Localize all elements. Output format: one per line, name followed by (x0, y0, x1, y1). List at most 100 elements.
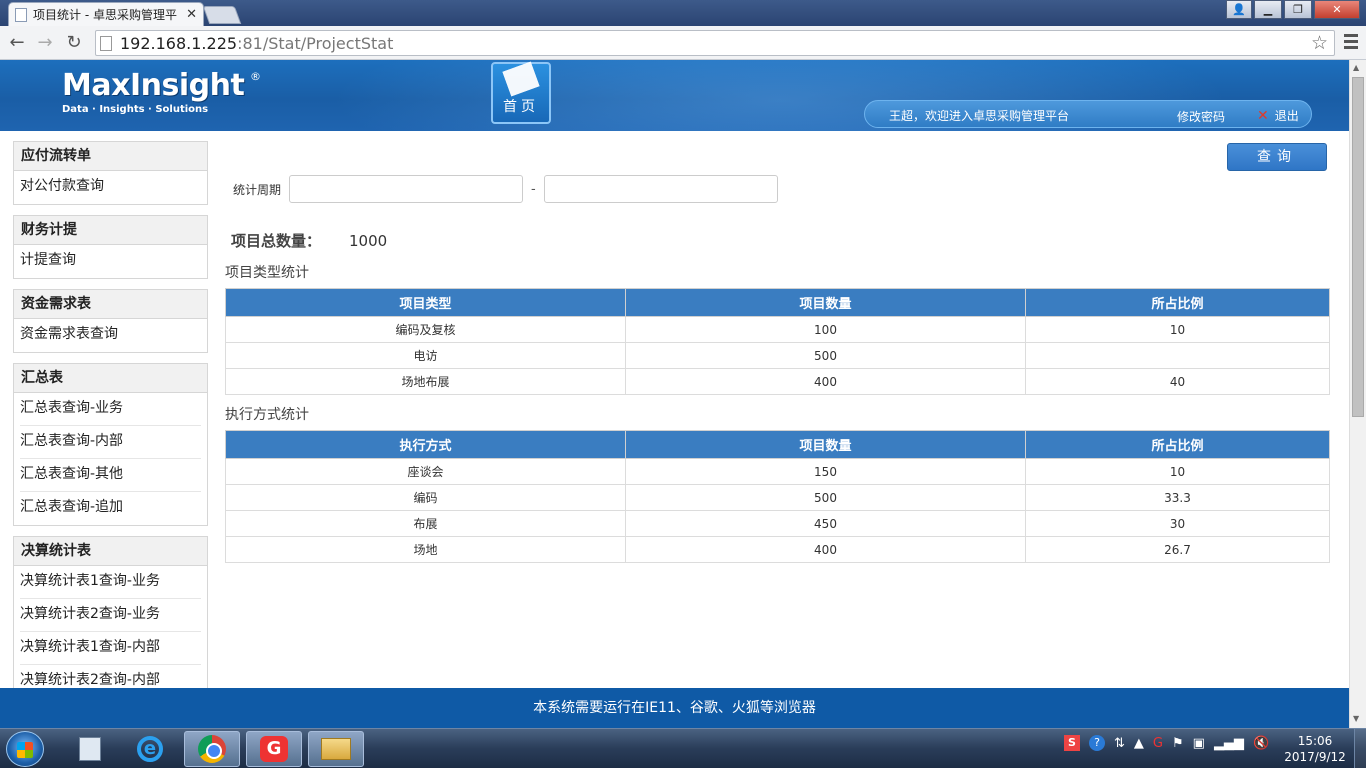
page-info-icon[interactable] (100, 35, 112, 51)
start-button[interactable] (6, 731, 44, 767)
menu-group-accrual: 财务计提 计提查询 (13, 215, 208, 279)
browser-tab-active[interactable]: 项目统计 - 卓思采购管理平 ✕ (8, 2, 204, 26)
sidebar-item-final1-internal[interactable]: 决算统计表1查询-内部 (20, 632, 201, 665)
new-tab-button[interactable] (202, 6, 242, 24)
signal-icon[interactable]: ▂▄▆ (1214, 736, 1244, 751)
taskbar-ie[interactable]: e (122, 731, 178, 767)
sidebar: 应付流转单 对公付款查询 财务计提 计提查询 资金需求表 资金需求表查询 汇总表… (13, 141, 208, 709)
home-grid-icon (502, 61, 540, 97)
taskbar-explorer[interactable] (308, 731, 364, 767)
table-header-row: 项目类型 项目数量 所占比例 (225, 288, 1330, 317)
network-warning-icon[interactable]: ⚑ (1172, 736, 1184, 751)
table-cell: 编码 (225, 484, 626, 511)
show-desktop-button[interactable] (1354, 729, 1366, 768)
menu-group-title[interactable]: 应付流转单 (14, 142, 207, 171)
minimize-icon[interactable]: ▁ (1254, 0, 1282, 19)
forward-icon[interactable]: → (34, 32, 56, 54)
menu-group-title[interactable]: 财务计提 (14, 216, 207, 245)
address-bar[interactable]: 192.168.1.225:81/Stat/ProjectStat ☆ (95, 30, 1335, 56)
project-total: 项目总数量： 1000 (231, 230, 387, 251)
logo-name: MaxInsight (62, 68, 245, 103)
taskbar-calculator[interactable] (62, 731, 118, 767)
taskbar-chrome[interactable] (184, 731, 240, 767)
change-password-link[interactable]: 修改密码 (1177, 108, 1225, 125)
user-bar: 王超，欢迎进入卓思采购管理平台 修改密码 ✕ 退出 (864, 100, 1312, 128)
home-button[interactable]: 首页 (491, 61, 551, 124)
table-cell: 场地布展 (225, 368, 626, 395)
clock-date: 2017/9/12 (1284, 750, 1346, 764)
internet-explorer-icon: e (137, 736, 163, 762)
clipboard-icon[interactable]: ▣ (1193, 736, 1205, 751)
sidebar-item-summary-internal[interactable]: 汇总表查询-内部 (20, 426, 201, 459)
address-path: :81/Stat/ProjectStat (237, 33, 394, 53)
taskbar-clock[interactable]: 15:06 2017/9/12 (1280, 733, 1350, 765)
logout-label: 退出 (1274, 109, 1299, 123)
table-row: 电访 500 (225, 342, 1330, 369)
column-header: 项目类型 (225, 288, 626, 317)
welcome-text: 王超，欢迎进入卓思采购管理平台 (889, 109, 1070, 123)
period-start-input[interactable] (289, 175, 524, 203)
back-icon[interactable]: ← (6, 32, 28, 54)
table-row: 布展 450 30 (225, 510, 1330, 537)
reload-icon[interactable]: ↻ (63, 32, 85, 54)
period-end-input[interactable] (543, 175, 778, 203)
query-button[interactable]: 查询 (1227, 143, 1327, 171)
table-cell: 布展 (225, 510, 626, 537)
menu-group-title[interactable]: 汇总表 (14, 364, 207, 393)
page-viewport: MaxInsight ® Data · Insights · Solutions… (0, 60, 1349, 728)
window-close-icon[interactable]: ✕ (1314, 0, 1360, 19)
site-header: MaxInsight ® Data · Insights · Solutions… (0, 60, 1349, 131)
page-favicon-icon (15, 7, 27, 22)
sidebar-item-accrual-query[interactable]: 计提查询 (20, 245, 201, 278)
table-cell: 450 (625, 510, 1026, 537)
table-row: 场地 400 26.7 (225, 536, 1330, 563)
sidebar-item-corporate-payment-query[interactable]: 对公付款查询 (20, 171, 201, 204)
volume-muted-icon[interactable]: 🔇 (1253, 736, 1269, 751)
table-cell: 26.7 (1025, 536, 1330, 563)
address-host: 192.168.1.225 (120, 33, 238, 53)
tray-misc-icon[interactable]: ⇅ (1114, 736, 1125, 751)
taskbar-app-red[interactable]: G (246, 731, 302, 767)
sidebar-item-summary-additional[interactable]: 汇总表查询-追加 (20, 492, 201, 525)
help-icon[interactable]: ? (1089, 735, 1105, 751)
table-cell: 电访 (225, 342, 626, 369)
scrollbar-thumb[interactable] (1352, 77, 1364, 417)
column-header: 项目数量 (625, 288, 1026, 317)
restore-icon[interactable]: ❐ (1284, 0, 1312, 19)
table-cell: 33.3 (1025, 484, 1330, 511)
tab-close-icon[interactable]: ✕ (186, 7, 197, 22)
logo-registered-mark: ® (250, 70, 261, 83)
menu-group-summary: 汇总表 汇总表查询-业务 汇总表查询-内部 汇总表查询-其他 汇总表查询-追加 (13, 363, 208, 526)
sidebar-item-funding-query[interactable]: 资金需求表查询 (20, 319, 201, 352)
project-type-table: 项目类型 项目数量 所占比例 编码及复核 100 10 电访 500 场地布展 … (225, 288, 1330, 395)
page-scrollbar[interactable]: ▲ ▼ (1349, 60, 1366, 728)
window-controls: 👤 ▁ ❐ ✕ (1224, 0, 1360, 19)
scroll-up-icon[interactable]: ▲ (1353, 63, 1359, 72)
browser-menu-icon[interactable] (1344, 34, 1358, 52)
column-header: 执行方式 (225, 430, 626, 459)
sidebar-item-summary-business[interactable]: 汇总表查询-业务 (20, 393, 201, 426)
table-cell: 500 (625, 342, 1026, 369)
menu-group-title[interactable]: 决算统计表 (14, 537, 207, 566)
scroll-down-icon[interactable]: ▼ (1353, 714, 1359, 723)
table-row: 编码及复核 100 10 (225, 316, 1330, 343)
total-label: 项目总数量： (231, 232, 322, 250)
menu-group-title[interactable]: 资金需求表 (14, 290, 207, 319)
tray-app-icon[interactable]: G (1153, 736, 1163, 751)
show-hidden-icons-icon[interactable]: ▲ (1134, 736, 1144, 751)
sidebar-item-summary-other[interactable]: 汇总表查询-其他 (20, 459, 201, 492)
table-header-row: 执行方式 项目数量 所占比例 (225, 430, 1330, 459)
input-method-icon[interactable]: S (1064, 735, 1080, 751)
period-label: 统计周期 (233, 182, 282, 197)
execution-method-table: 执行方式 项目数量 所占比例 座谈会 150 10 编码 500 33.3 布展… (225, 430, 1330, 563)
sidebar-item-final2-business[interactable]: 决算统计表2查询-业务 (20, 599, 201, 632)
table-row: 编码 500 33.3 (225, 484, 1330, 511)
table-row: 场地布展 400 40 (225, 368, 1330, 395)
sidebar-item-final1-business[interactable]: 决算统计表1查询-业务 (20, 566, 201, 599)
table-cell (1025, 342, 1330, 369)
logo-tagline: Data · Insights · Solutions (62, 104, 209, 115)
bookmark-star-icon[interactable]: ☆ (1311, 32, 1328, 54)
profile-icon[interactable]: 👤 (1226, 0, 1252, 19)
table-cell: 10 (1025, 316, 1330, 343)
logout-link[interactable]: ✕ 退出 (1257, 107, 1299, 124)
